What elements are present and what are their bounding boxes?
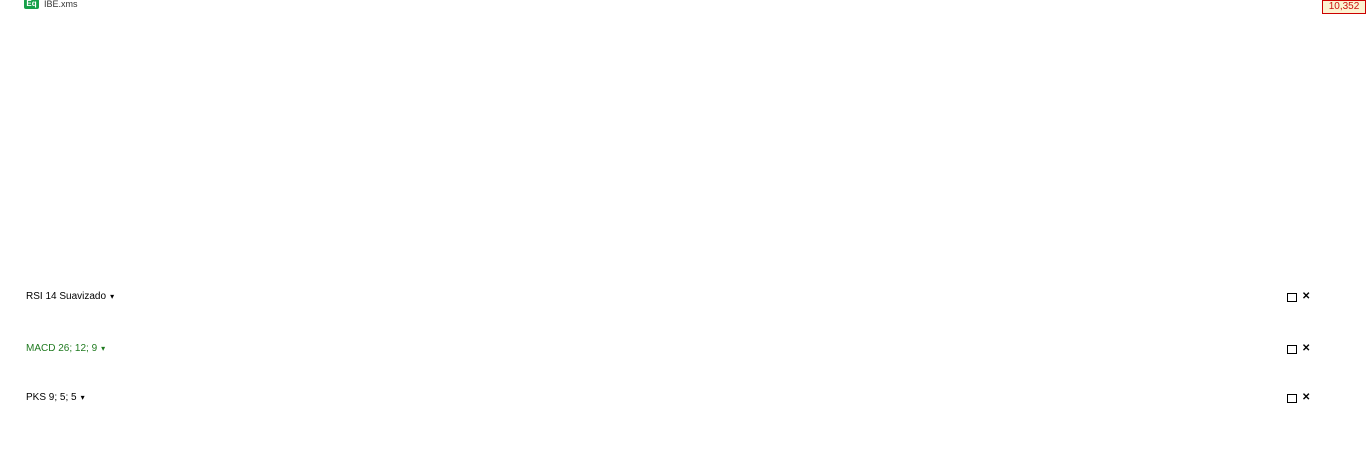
rsi-panel-label-text: RSI 14 Suavizado	[26, 291, 107, 302]
pks-panel-label-text: PKS 9; 5; 5	[26, 392, 77, 403]
macd-panel-label[interactable]: MACD 26; 12; 9 ▾	[26, 343, 105, 354]
macd-panel-controls: ✕	[1287, 344, 1310, 354]
equity-badge-icon: Eq	[24, 0, 39, 9]
dropdown-arrow-icon[interactable]: ▾	[110, 292, 114, 301]
close-button[interactable]: ✕	[1302, 292, 1310, 302]
rsi-panel-controls: ✕	[1287, 292, 1310, 302]
close-button[interactable]: ✕	[1302, 344, 1310, 354]
chart-canvas[interactable]	[0, 0, 1366, 474]
dropdown-arrow-icon[interactable]: ▾	[101, 344, 105, 353]
price-flag-lower[interactable]: 10,352	[1322, 0, 1366, 14]
chart-window: Eq IBE.xms 10,895 10,352 RSI 14 Suavizad…	[0, 0, 1366, 474]
legend: Eq IBE.xms	[0, 0, 520, 10]
instrument-ticker[interactable]: IBE.xms	[44, 0, 78, 9]
pks-panel-controls: ✕	[1287, 393, 1310, 403]
minimize-button[interactable]	[1287, 292, 1297, 302]
minimize-button[interactable]	[1287, 393, 1297, 403]
rsi-panel-label[interactable]: RSI 14 Suavizado ▾	[26, 291, 114, 302]
close-button[interactable]: ✕	[1302, 393, 1310, 403]
macd-panel-label-text: MACD 26; 12; 9	[26, 343, 98, 354]
pks-panel-label[interactable]: PKS 9; 5; 5 ▾	[26, 392, 85, 403]
minimize-button[interactable]	[1287, 344, 1297, 354]
dropdown-arrow-icon[interactable]: ▾	[81, 393, 85, 402]
